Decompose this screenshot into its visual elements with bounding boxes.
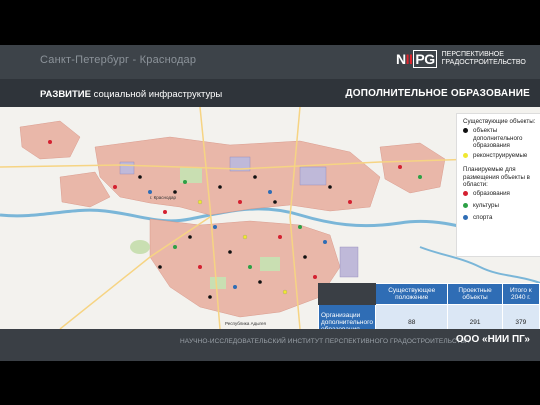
legend-label: объекты дополнительного образования [473, 127, 523, 149]
legend-dot-red [463, 191, 468, 196]
legend-label: спорта [473, 214, 493, 221]
legend-dot-yellow [463, 153, 468, 158]
section-title-prefix: РАЗВИТИЕ [40, 89, 91, 100]
region-label: Республика Адыгея [225, 321, 267, 326]
legend-dot-black [463, 128, 468, 133]
legend-dot-blue [463, 215, 468, 220]
company-logo: NII PG ПЕРСПЕКТИВНОЕ ГРАДОСТРОИТЕЛЬСТВО [396, 50, 526, 68]
table-header-row: Существующее положение Проектные объекты… [318, 283, 540, 305]
legend-item-existing-objects: объекты дополнительного образования [463, 127, 533, 150]
legend-item-culture: культуры [463, 202, 533, 210]
city-label: г. Краснодар [150, 195, 176, 200]
logo-text: ПЕРСПЕКТИВНОЕ ГРАДОСТРОИТЕЛЬСТВО [441, 51, 526, 66]
footer-company: ООО «НИИ ПГ» [455, 334, 530, 345]
slide: Санкт-Петербург - Краснодар NII PG ПЕРСПЕ… [0, 45, 540, 361]
topic-title: ДОПОЛНИТЕЛЬНОЕ ОБРАЗОВАНИЕ [345, 88, 530, 99]
legend-label: реконструируемые [473, 152, 528, 159]
legend-label: образования [473, 190, 510, 197]
logo-mark: NII PG [396, 50, 437, 68]
table-header: Существующее положение [374, 283, 449, 305]
section-title: РАЗВИТИЕ социальной инфраструктуры [40, 89, 222, 100]
footer-institute: НАУЧНО-ИССЛЕДОВАТЕЛЬСКИЙ ИНСТИТУТ ПЕРСПЕ… [180, 338, 470, 345]
section-title-rest: социальной инфраструктуры [90, 89, 223, 100]
legend-planned-header: Планируемые для размещения объекты в обл… [463, 166, 530, 188]
legend-item-sport: спорта [463, 214, 533, 222]
table-header: Проектные объекты [447, 283, 503, 305]
table-header: Итого к 2040 г. [501, 283, 540, 305]
legend-label: культуры [473, 202, 499, 209]
legend-dot-green [463, 203, 468, 208]
legend-item-reconstructed: реконструируемые [463, 152, 533, 160]
table-corner [318, 283, 376, 305]
map-legend: Существующие объекты: объекты дополнител… [456, 113, 540, 257]
legend-item-education: образования [463, 190, 533, 198]
city-caption: Санкт-Петербург - Краснодар [40, 54, 197, 66]
legend-existing-header: Существующие объекты: [463, 118, 536, 125]
